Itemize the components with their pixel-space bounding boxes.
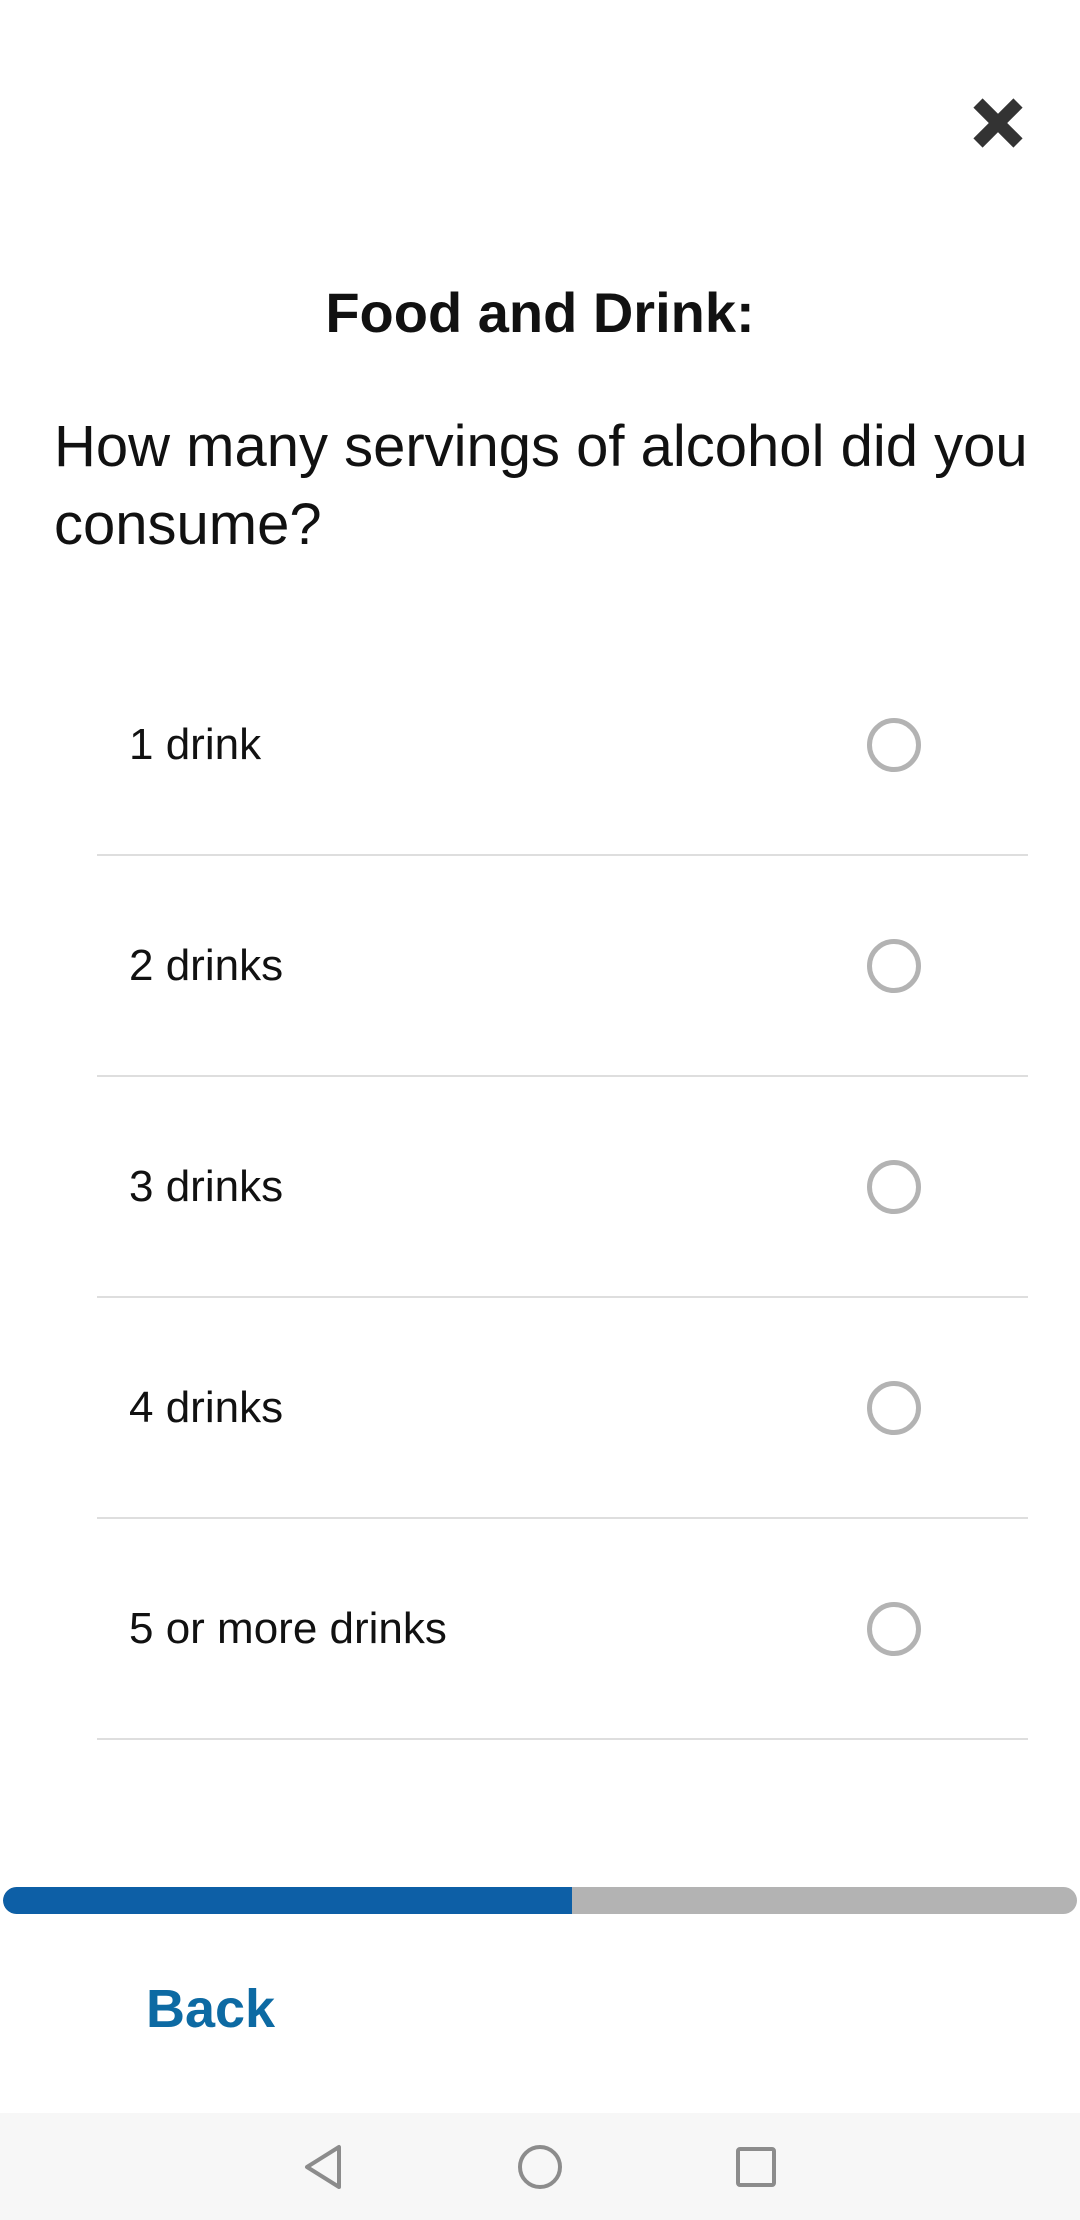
nav-home-button[interactable] [504,2131,576,2203]
radio-button[interactable] [867,717,921,772]
survey-screen: Food and Drink: How many servings of alc… [0,0,1080,2220]
radio-button[interactable] [867,1380,921,1435]
recents-square-icon [736,2147,776,2187]
option-5-or-more-drinks[interactable]: 5 or more drinks [97,1519,1028,1740]
nav-back-button[interactable] [287,2131,359,2203]
back-triangle-icon [305,2145,341,2189]
nav-recents-button[interactable] [720,2131,792,2203]
home-circle-icon [518,2145,562,2189]
back-button[interactable]: Back [146,1978,275,2040]
option-2-drinks[interactable]: 2 drinks [97,856,1028,1077]
option-label: 3 drinks [129,1161,284,1211]
system-navigation-bar [0,2113,1080,2220]
option-3-drinks[interactable]: 3 drinks [97,1077,1028,1298]
radio-button[interactable] [867,938,921,993]
progress-bar-fill [3,1887,573,1914]
option-label: 1 drink [129,719,262,769]
close-button[interactable] [960,85,1036,161]
question-text: How many servings of alcohol did you con… [54,414,1028,557]
option-1-drink[interactable]: 1 drink [97,635,1028,856]
progress-bar [3,1887,1077,1914]
option-label: 4 drinks [129,1382,284,1432]
answer-options-list: 1 drink 2 drinks 3 drinks 4 drinks 5 or … [97,635,1028,1740]
close-icon [973,98,1023,148]
option-label: 2 drinks [129,940,284,990]
page-title: Food and Drink: [325,281,755,344]
option-label: 5 or more drinks [129,1603,447,1653]
radio-button[interactable] [867,1601,921,1656]
radio-button[interactable] [867,1159,921,1214]
option-4-drinks[interactable]: 4 drinks [97,1298,1028,1519]
